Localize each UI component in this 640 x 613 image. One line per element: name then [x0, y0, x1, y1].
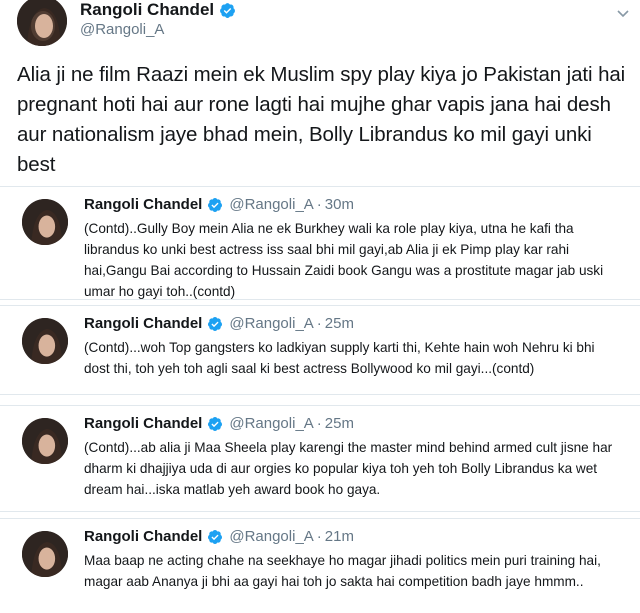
reply-tweet[interactable]: Rangoli Chandel @Rangoli_A · 25m (Contd)…	[0, 305, 640, 395]
timestamp[interactable]: 21m	[325, 528, 354, 545]
separator-dot: ·	[316, 196, 322, 213]
author-name[interactable]: Rangoli Chandel	[84, 315, 202, 332]
reply-header: Rangoli Chandel @Rangoli_A · 30m	[84, 196, 354, 213]
chevron-down-icon[interactable]	[616, 6, 630, 25]
reply-tweet[interactable]: Rangoli Chandel @Rangoli_A · 30m (Contd)…	[0, 186, 640, 300]
verified-badge-icon	[207, 197, 223, 213]
tweet-text: Alia ji ne film Raazi mein ek Muslim spy…	[17, 63, 626, 176]
separator-dot: ·	[316, 315, 322, 332]
author-handle[interactable]: @Rangoli_A	[229, 415, 313, 432]
reply-header: Rangoli Chandel @Rangoli_A · 25m	[84, 415, 354, 432]
separator-dot: ·	[316, 415, 322, 432]
timestamp[interactable]: 30m	[325, 196, 354, 213]
reply-tweet[interactable]: Rangoli Chandel @Rangoli_A · 25m (Contd)…	[0, 405, 640, 512]
author-handle[interactable]: @Rangoli_A	[229, 196, 313, 213]
avatar[interactable]	[17, 0, 67, 46]
reply-text: (Contd)...ab alia ji Maa Sheela play kar…	[84, 440, 613, 497]
author-handle[interactable]: @Rangoli_A	[229, 315, 313, 332]
avatar[interactable]	[22, 199, 68, 245]
reply-text: (Contd)...woh Top gangsters ko ladkiyan …	[84, 340, 595, 376]
avatar[interactable]	[22, 531, 68, 577]
verified-badge-icon	[219, 2, 236, 19]
timestamp[interactable]: 25m	[325, 315, 354, 332]
avatar[interactable]	[22, 418, 68, 464]
author-name[interactable]: Rangoli Chandel	[84, 528, 202, 545]
avatar[interactable]	[22, 318, 68, 364]
separator-dot: ·	[316, 528, 322, 545]
author-name[interactable]: Rangoli Chandel	[84, 196, 202, 213]
verified-badge-icon	[207, 316, 223, 332]
author-name[interactable]: Rangoli Chandel	[80, 0, 214, 20]
author-name[interactable]: Rangoli Chandel	[84, 415, 202, 432]
reply-tweet[interactable]: Rangoli Chandel @Rangoli_A · 21m Maa baa…	[0, 518, 640, 613]
reply-header: Rangoli Chandel @Rangoli_A · 21m	[84, 528, 354, 545]
verified-badge-icon	[207, 529, 223, 545]
author-handle[interactable]: @Rangoli_A	[80, 21, 164, 38]
reply-text: (Contd)..Gully Boy mein Alia ne ek Burkh…	[84, 221, 604, 299]
author-handle[interactable]: @Rangoli_A	[229, 528, 313, 545]
timestamp[interactable]: 25m	[325, 415, 354, 432]
main-tweet: Rangoli Chandel @Rangoli_A Alia ji ne fi…	[0, 0, 640, 188]
author-row: Rangoli Chandel	[80, 0, 236, 20]
verified-badge-icon	[207, 416, 223, 432]
reply-text: Maa baap ne acting chahe na seekhaye ho …	[84, 553, 601, 589]
reply-header: Rangoli Chandel @Rangoli_A · 25m	[84, 315, 354, 332]
